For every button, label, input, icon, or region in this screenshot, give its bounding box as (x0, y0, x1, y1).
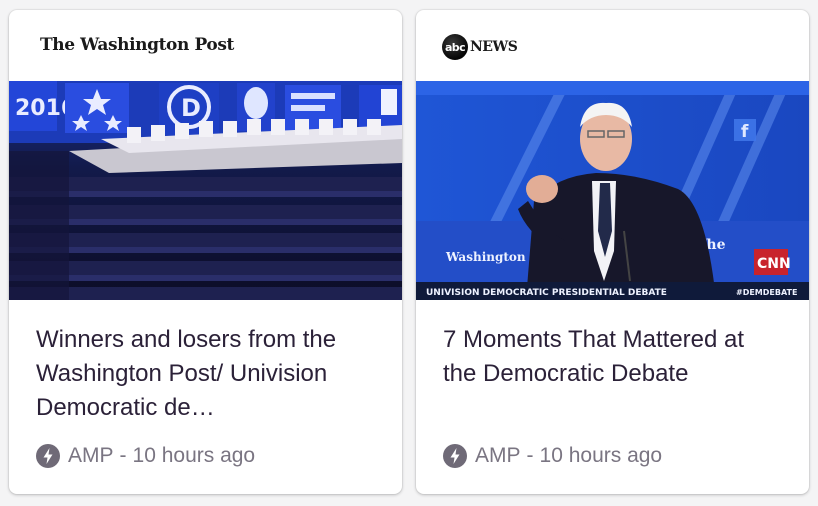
amp-lightning-icon (443, 444, 467, 468)
article-meta: AMP - 10 hours ago (443, 444, 662, 468)
article-headline[interactable]: Winners and losers from the Washington P… (36, 323, 376, 425)
article-image[interactable]: 2016 D (9, 81, 402, 300)
debate-speaker-photo: f Washington Post The CNN UNIVISION DEMO… (416, 81, 809, 300)
debate-stage-photo: 2016 D (9, 81, 402, 300)
cnn-logo: CNN (757, 256, 791, 272)
news-carousel: The Washington Post 2016 D Winners and l… (0, 0, 818, 506)
article-image[interactable]: f Washington Post The CNN UNIVISION DEMO… (416, 81, 809, 300)
time-ago: 10 hours ago (539, 444, 663, 467)
screen-sign-facebook: f (741, 122, 749, 142)
amp-lightning-icon (36, 444, 60, 468)
abc-logo-icon: abc (442, 34, 468, 60)
news-card-washington-post[interactable]: The Washington Post 2016 D Winners and l… (9, 10, 402, 494)
ticker-text: UNIVISION DEMOCRATIC PRESIDENTIAL DEBATE (426, 288, 667, 298)
meta-separator: - (119, 444, 127, 467)
abc-news-logo: abc NEWS (442, 34, 518, 60)
meta-separator: - (526, 444, 534, 467)
amp-label: AMP (68, 444, 114, 467)
publisher-header: The Washington Post (9, 10, 402, 82)
article-meta: AMP - 10 hours ago (36, 444, 255, 468)
publisher-header: abc NEWS (416, 10, 809, 82)
abc-news-wordmark: NEWS (470, 39, 518, 55)
amp-label: AMP (475, 444, 521, 467)
news-card-abc-news[interactable]: abc NEWS f Washington Post The CNN UNIVI… (416, 10, 809, 494)
article-headline[interactable]: 7 Moments That Mattered at the Democrati… (443, 323, 783, 391)
time-ago: 10 hours ago (132, 444, 256, 467)
washington-post-logo: The Washington Post (40, 35, 234, 55)
ticker-hashtag: #DEMDEBATE (736, 288, 797, 297)
screen-sign-d: D (181, 94, 201, 122)
